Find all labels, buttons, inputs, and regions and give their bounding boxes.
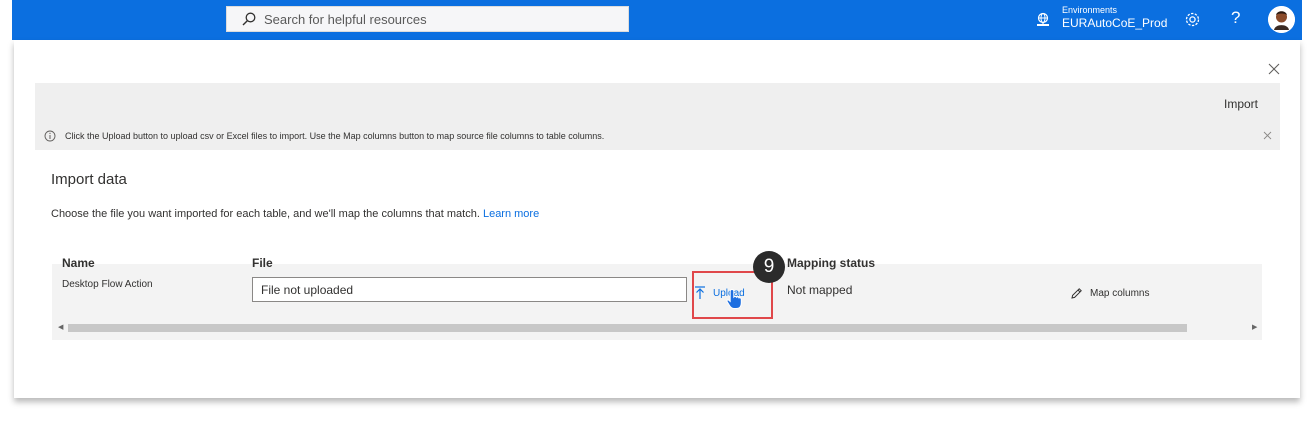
learn-more-link[interactable]: Learn more (483, 208, 539, 220)
environment-selector[interactable]: Environments EURAutoCoE_Prod (1062, 5, 1168, 30)
map-columns-label: Map columns (1090, 288, 1150, 299)
column-header-name[interactable]: Name (62, 256, 95, 270)
command-bar (35, 83, 1280, 123)
description-text: Choose the file you want imported for ea… (51, 208, 480, 220)
scroll-right-icon[interactable]: ▶ (1252, 323, 1257, 331)
scrollbar-thumb[interactable] (68, 324, 1187, 332)
gear-icon[interactable] (1184, 11, 1201, 28)
info-icon (44, 130, 56, 142)
info-message: Click the Upload button to upload csv or… (65, 131, 605, 141)
close-icon[interactable] (1267, 62, 1281, 76)
search-box[interactable] (226, 6, 629, 32)
hand-cursor-icon (726, 288, 742, 309)
page-title: Import data (51, 171, 127, 188)
step-badge: 9 (753, 251, 785, 283)
mapping-status: Not mapped (787, 283, 853, 297)
avatar[interactable] (1268, 6, 1295, 33)
pencil-icon (1071, 288, 1082, 299)
import-description: Choose the file you want imported for ea… (51, 208, 539, 220)
import-button[interactable]: Import (1224, 97, 1258, 111)
search-input[interactable] (264, 11, 604, 27)
table-row-name: Desktop Flow Action (62, 279, 153, 290)
help-icon[interactable]: ? (1231, 9, 1240, 26)
environment-label: Environments (1062, 5, 1118, 15)
search-icon (242, 12, 256, 26)
map-columns-button[interactable]: Map columns (1070, 287, 1149, 300)
environment-name: EURAutoCoE_Prod (1062, 16, 1168, 30)
file-field[interactable] (252, 277, 687, 302)
dismiss-icon[interactable] (1263, 131, 1272, 140)
column-header-mapping-status[interactable]: Mapping status (787, 256, 875, 270)
environment-icon[interactable] (1035, 12, 1051, 28)
column-header-file[interactable]: File (252, 256, 273, 270)
scroll-left-icon[interactable]: ◀ (58, 323, 63, 331)
